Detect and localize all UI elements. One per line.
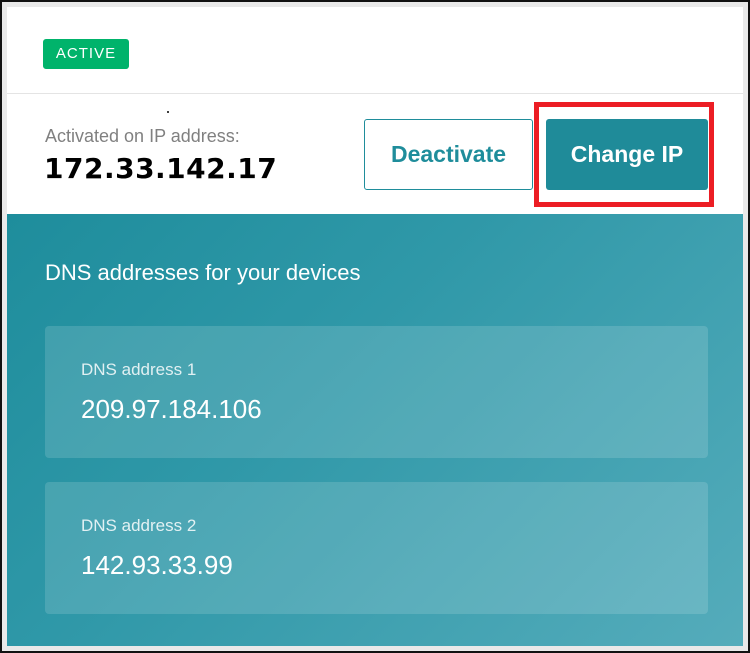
dns-address-card: DNS address 1 209.97.184.106: [45, 326, 708, 458]
dns-heading: DNS addresses for your devices: [45, 260, 361, 285]
dns-address-card: DNS address 2 142.93.33.99: [45, 482, 708, 614]
small-dot: [167, 111, 169, 113]
status-header: ACTIVE: [7, 7, 743, 94]
activation-info: Activated on IP address: 172.33.142.17 D…: [7, 94, 743, 214]
dns-address-value: 142.93.33.99: [81, 550, 233, 580]
screenshot-frame: ACTIVE Activated on IP address: 172.33.1…: [0, 0, 750, 653]
activated-ip-label: Activated on IP address:: [45, 126, 240, 146]
vpn-status-card: ACTIVE Activated on IP address: 172.33.1…: [7, 7, 743, 646]
activated-ip-value: 172.33.142.17: [44, 152, 278, 185]
change-ip-button[interactable]: Change IP: [546, 119, 708, 190]
dns-address-value: 209.97.184.106: [81, 394, 262, 424]
dns-address-label: DNS address 2: [81, 516, 197, 535]
dns-address-label: DNS address 1: [81, 360, 197, 379]
status-badge: ACTIVE: [43, 39, 129, 69]
deactivate-button[interactable]: Deactivate: [364, 119, 533, 190]
dns-addresses-panel: DNS addresses for your devices DNS addre…: [7, 214, 743, 646]
